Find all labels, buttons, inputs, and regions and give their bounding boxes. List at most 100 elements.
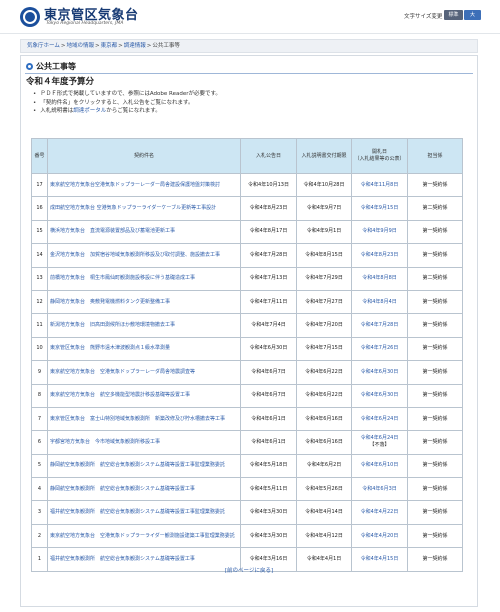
breadcrumb-procurement[interactable]: 調達情報 <box>124 43 146 49</box>
row-department: 第一契約係 <box>407 219 463 245</box>
open-result-link[interactable]: 令和4年8月23日 <box>361 252 399 258</box>
jma-logo-icon[interactable] <box>20 7 40 27</box>
row-department: 第一契約係 <box>407 289 463 315</box>
table-row: 3 福井航空気象観測所 航空総合気象観測システム基礎等設置工事監理業務委託 令和4年… <box>31 500 463 525</box>
row-notice-date: 令和4年6月7日 <box>240 360 297 385</box>
contract-link[interactable]: 東京管区気象台 熊野市遠木津波観測点１級水準測量 <box>50 345 170 351</box>
row-open-date: 令和4年11月8日 <box>351 172 408 198</box>
contract-link[interactable]: 前橋地方気象台 桐生市鳳仙町観測施設移設に伴う基礎造成工事 <box>50 275 195 281</box>
row-contract-name: 東京管区気象台 熊野市遠木津波観測点１級水準測量 <box>47 336 241 362</box>
table-row: 14 金沢地方気象台 加賀宿谷地域気象観測所移設及び取付調整、施設撤去工事 令和4年… <box>31 243 463 268</box>
row-department: 第一契約係 <box>407 383 463 408</box>
header-briefing-date: 入札説明書交付期限 <box>296 138 352 174</box>
row-briefing-date: 令和4年10月28日 <box>296 172 352 198</box>
row-notice-date: 令和4年6月1日 <box>240 430 297 455</box>
row-notice-date: 令和4年8月23日 <box>240 196 297 221</box>
open-result-link[interactable]: 令和4年4月15日 <box>361 556 399 562</box>
header-open-date: 開札日 （入札結果等の公表） <box>351 138 408 174</box>
procurement-portal-link[interactable]: 調達ポータル <box>73 108 106 114</box>
contract-link[interactable]: 静岡地方気象台 奥敷発電機燃料タンク更新整備工事 <box>50 299 170 305</box>
row-department: 第一契約係 <box>407 406 463 432</box>
open-result-link[interactable]: 令和4年7月28日 <box>361 322 399 328</box>
back-link-container: [前のページに戻る] <box>21 566 477 574</box>
note-pdf: ＰＤＦ形式で掲載していますので、参照にはAdobe Readerが必要です。 <box>33 90 221 99</box>
row-open-date: 令和4年6月24日 <box>351 406 408 432</box>
back-link[interactable]: [前のページに戻る] <box>225 568 273 574</box>
row-briefing-date: 令和4年4月12日 <box>296 523 352 549</box>
breadcrumb-jma-home[interactable]: 気象庁ホーム <box>27 43 60 49</box>
row-briefing-date: 令和4年6月16日 <box>296 430 352 455</box>
breadcrumb-tokyo[interactable]: 東京都 <box>101 43 118 49</box>
open-result-link[interactable]: 令和4年6月24日 <box>361 416 399 422</box>
contract-link[interactable]: 横浜地方気象台 直流電源装置部品及び蓄電池更新工事 <box>50 228 175 234</box>
contract-link[interactable]: 東京航空地方気象台 空港気象ドップラーライダー観測施設建築工事監理業務委託 <box>50 533 235 539</box>
row-notice-date: 令和4年5月18日 <box>240 453 297 479</box>
row-number: 3 <box>31 500 48 525</box>
contract-link[interactable]: 福井航空気象観測所 航空総合気象観測システム基礎等設置工事監理業務委託 <box>50 509 225 515</box>
row-department: 第一契約係 <box>407 477 463 502</box>
font-size-large-button[interactable]: 大 <box>464 10 481 20</box>
open-result-link[interactable]: 令和4年6月30日 <box>361 392 399 398</box>
row-department: 第一契約係 <box>407 500 463 525</box>
contract-link[interactable]: 福井航空気象観測所 航空総合気象観測システム基礎等設置工事 <box>50 556 195 562</box>
breadcrumb-regional-info[interactable]: 地域の情報 <box>66 43 94 49</box>
note-click: 「契約件名」をクリックすると、入札公告をご覧になれます。 <box>33 99 221 108</box>
row-open-date: 令和4年8月23日 <box>351 243 408 268</box>
open-result-link[interactable]: 令和4年6月30日 <box>361 369 399 375</box>
contract-link[interactable]: 静岡航空気象観測所 航空総合気象観測システム基礎等設置工事 <box>50 486 195 492</box>
row-briefing-date: 令和4年6月16日 <box>296 406 352 432</box>
row-number: 6 <box>31 430 48 455</box>
contract-link[interactable]: 静岡航空気象観測所 航空総合気象観測システム基礎等設置工事監理業務委託 <box>50 462 225 468</box>
open-result-link[interactable]: 令和4年7月26日 <box>361 345 399 351</box>
row-open-date: 令和4年6月24日 【不落】 <box>351 430 408 455</box>
open-result-link[interactable]: 令和4年11月8日 <box>361 182 399 188</box>
note-portal: 入札説明書は調達ポータルからご覧になれます。 <box>33 107 221 116</box>
row-briefing-date: 令和4年7月15日 <box>296 336 352 362</box>
row-number: 16 <box>31 196 48 221</box>
row-notice-date: 令和4年6月30日 <box>240 336 297 362</box>
breadcrumb-separator: > <box>60 43 66 49</box>
row-open-date: 令和4年4月20日 <box>351 523 408 549</box>
row-department: 第一契約係 <box>407 360 463 385</box>
table-row: 2 東京航空地方気象台 空港気象ドップラーライダー観測施設建築工事監理業務委託 令和… <box>31 523 463 549</box>
open-result-link[interactable]: 令和4年8月8日 <box>362 275 397 281</box>
open-result-link[interactable]: 令和4年6月24日 <box>361 435 399 441</box>
contract-link[interactable]: 東京航空地方気象台空港気象ドップラーレーダー局舎建設保護地盤対策検討 <box>50 182 220 188</box>
open-result-link[interactable]: 令和4年6月10日 <box>361 462 399 468</box>
row-open-date: 令和4年9月9日 <box>351 219 408 245</box>
row-contract-name: 福井航空気象観測所 航空総合気象観測システム基礎等設置工事監理業務委託 <box>47 500 241 525</box>
table-header-row: 番号 契約件名 入札公告日 入札説明書交付期限 開札日 （入札結果等の公表） 担当… <box>31 138 463 174</box>
open-result-link[interactable]: 令和4年6月3日 <box>362 486 397 492</box>
open-result-link[interactable]: 令和4年4月20日 <box>361 533 399 539</box>
open-result-link[interactable]: 令和4年4月22日 <box>361 509 399 515</box>
row-briefing-date: 令和4年6月2日 <box>296 453 352 479</box>
table-row: 16 成田航空地方気象台 空港気象ドップラーライダーケーブル更新等工事設計 令和4年… <box>31 196 463 221</box>
notes-list: ＰＤＦ形式で掲載していますので、参照にはAdobe Readerが必要です。 「… <box>33 90 221 116</box>
row-notice-date: 令和4年6月7日 <box>240 383 297 408</box>
contract-link[interactable]: 東京管区気象台 富士山特別地域気象観測所 新築改修及び貯水槽撤去等工事 <box>50 416 225 422</box>
row-notice-date: 令和4年7月28日 <box>240 243 297 268</box>
open-result-link[interactable]: 令和4年9月9日 <box>362 228 397 234</box>
contract-link[interactable]: 金沢地方気象台 加賀宿谷地域気象観測所移設及び取付調整、施設撤去工事 <box>50 252 220 258</box>
contract-link[interactable]: 宇都宮地方気象台 今市地域気象観測所移設工事 <box>50 439 160 445</box>
open-result-link[interactable]: 令和4年8月4日 <box>362 299 397 305</box>
contract-link[interactable]: 東京航空地方気象台 空港気象ドップラーレーダ局舎地震調査等 <box>50 369 195 375</box>
breadcrumb-separator: > <box>146 43 152 49</box>
table-row: 11 新潟地方気象台 旧高田測候所ほか敷地環境物撤去工事 令和4年7月4日 令和4年7… <box>31 313 463 338</box>
row-contract-name: 静岡地方気象台 奥敷発電機燃料タンク更新整備工事 <box>47 289 241 315</box>
header-department: 担当係 <box>407 138 463 174</box>
row-number: 5 <box>31 453 48 479</box>
row-department: 第二契約係 <box>407 266 463 291</box>
site-header: 東京管区気象台 Tokyo Regional Headquarters, JMA… <box>0 0 500 34</box>
row-notice-date: 令和4年3月30日 <box>240 523 297 549</box>
row-notice-date: 令和4年3月30日 <box>240 500 297 525</box>
contract-link[interactable]: 成田航空地方気象台 空港気象ドップラーライダーケーブル更新等工事設計 <box>50 205 216 211</box>
row-department: 第一契約係 <box>407 172 463 198</box>
header-notice-date: 入札公告日 <box>240 138 297 174</box>
contract-link[interactable]: 新潟地方気象台 旧高田測候所ほか敷地環境物撤去工事 <box>50 322 175 328</box>
row-number: 14 <box>31 243 48 268</box>
contract-link[interactable]: 東京航空地方気象台 航空多機能型地震計移設基礎等設置工事 <box>50 392 190 398</box>
open-result-link[interactable]: 令和4年9月15日 <box>361 205 399 211</box>
row-department: 第一契約係 <box>407 313 463 338</box>
font-size-standard-button[interactable]: 標準 <box>444 10 463 20</box>
